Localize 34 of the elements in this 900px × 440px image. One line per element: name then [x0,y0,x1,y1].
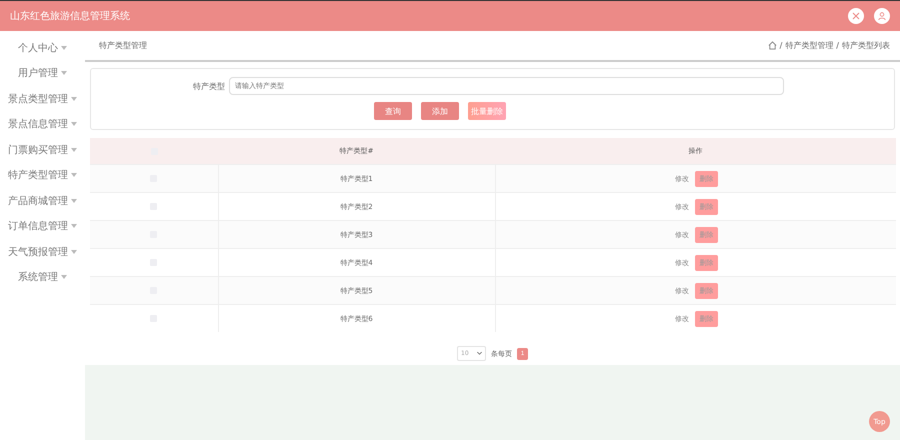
chevron-icon [477,352,482,355]
sidebar-item[interactable]: 门票购买管理 [0,137,85,162]
sidebar-item[interactable]: 个人中心 [0,35,85,60]
sidebar-item[interactable]: 景点类型管理 [0,86,85,112]
action-button[interactable]: 添加 [421,102,459,120]
sidebar-item[interactable]: 系统管理 [0,264,85,290]
page-title: 特产类型管理 [99,40,147,51]
sidebar-item[interactable]: 订单信息管理 [0,214,85,239]
caret-icon [71,250,77,254]
app-title: 山东红色旅游信息管理系统 [10,10,131,23]
sidebar-item[interactable]: 产品商城管理 [0,188,85,214]
action-button[interactable]: 查询 [374,102,412,120]
action-button[interactable]: 批量删除 [468,102,506,120]
caret-icon [71,122,77,126]
breadcrumb-separator: / [836,41,839,50]
sidebar-item[interactable]: 用户管理 [0,60,85,86]
caret-icon [61,46,67,50]
caret-icon [61,71,67,76]
breadcrumb-separator: / [780,41,782,50]
sidebar-item[interactable]: 景点信息管理 [0,112,85,137]
caret-icon [71,96,77,101]
breadcrumb-item[interactable]: 特产类型列表 [842,40,890,51]
caret-icon [71,198,77,203]
caret-icon [71,224,77,228]
breadcrumb-item[interactable]: 特产类型管理 [785,40,834,51]
user-icon[interactable] [874,8,890,24]
home-icon[interactable] [768,41,777,50]
field-label: 特产类型 [193,80,225,92]
sidebar-item[interactable]: 特产类型管理 [0,162,85,188]
sidebar-item[interactable]: 天气预报管理 [0,239,85,264]
caret-icon [61,275,67,280]
fullscreen-icon[interactable] [848,8,864,24]
caret-icon [71,148,77,152]
caret-icon [71,173,77,178]
